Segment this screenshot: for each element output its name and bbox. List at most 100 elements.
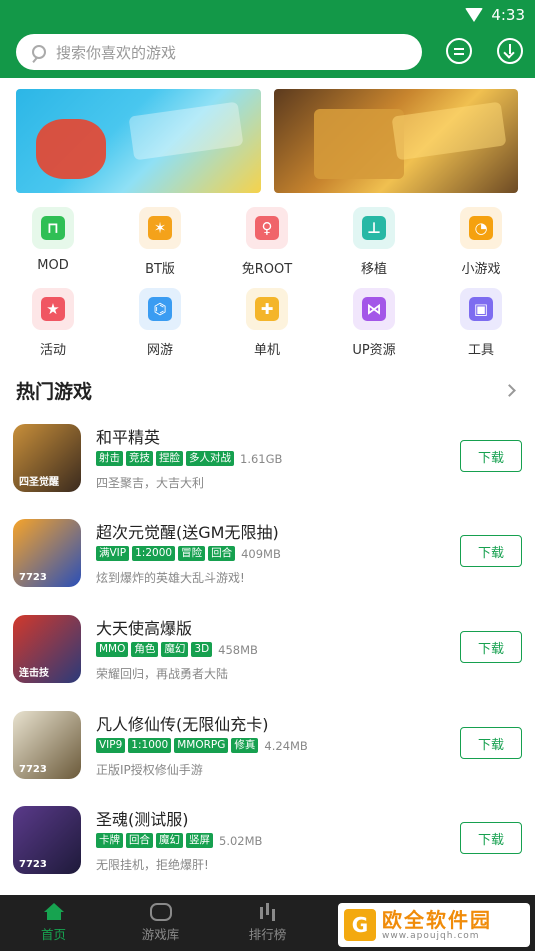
search-icon bbox=[32, 45, 46, 59]
game-row[interactable]: 7723 圣魂(测试服) 卡牌 回合 魔幻 竖屏 5.02MB 无限挂机，拒绝爆肝! 下载 bbox=[0, 806, 535, 902]
category-label: 工具 bbox=[467, 343, 494, 358]
game-tag: 多人对战 bbox=[186, 451, 234, 466]
game-tag: VIP9 bbox=[96, 738, 126, 753]
game-icon-badge: 7723 bbox=[19, 764, 47, 775]
category-[interactable]: ⌬ 网游 bbox=[115, 288, 205, 358]
category-[interactable]: ▣ 工具 bbox=[436, 288, 526, 358]
game-icon: 连击技 bbox=[13, 615, 81, 683]
banner-slogan bbox=[128, 101, 244, 161]
category-tile: ♀ bbox=[246, 207, 288, 249]
game-tag: 魔幻 bbox=[161, 642, 189, 657]
search-input[interactable]: 搜索你喜欢的游戏 bbox=[16, 34, 422, 70]
game-icon: 7723 bbox=[13, 519, 81, 587]
game-size: 4.24MB bbox=[264, 738, 308, 753]
category-tile: ▣ bbox=[460, 288, 502, 330]
ranking-icon bbox=[257, 903, 279, 921]
category-[interactable]: ✚ 单机 bbox=[222, 288, 312, 358]
game-tag: 角色 bbox=[131, 642, 159, 657]
game-row[interactable]: 连击技 大天使高爆版 MMO 角色 魔幻 3D 458MB 荣耀回归，再战勇者大陆 下载 bbox=[0, 615, 535, 711]
category-root[interactable]: ♀ 免ROOT bbox=[222, 207, 312, 277]
game-name: 凡人修仙传(无限仙充卡) bbox=[96, 715, 269, 734]
pacman-icon: ◔ bbox=[469, 216, 493, 240]
game-tag: 1:1000 bbox=[128, 738, 172, 753]
game-tag: 冒险 bbox=[178, 546, 206, 561]
game-tags: 卡牌 回合 魔幻 竖屏 5.02MB bbox=[96, 833, 262, 848]
category-tile: ⋈ bbox=[353, 288, 395, 330]
game-name: 大天使高爆版 bbox=[96, 619, 193, 638]
nav-ranking[interactable]: 排行榜 bbox=[214, 895, 321, 951]
game-tag: 射击 bbox=[96, 451, 123, 466]
toolbox-icon: ▣ bbox=[469, 297, 493, 321]
gamepad-icon: ✚ bbox=[255, 297, 279, 321]
lock-icon: ⊓ bbox=[41, 216, 65, 240]
game-icon: 7723 bbox=[13, 806, 81, 874]
game-name: 超次元觉醒(送GM无限抽) bbox=[96, 523, 279, 542]
game-name: 和平精英 bbox=[96, 428, 161, 447]
nav-game-library[interactable]: 游戏库 bbox=[107, 895, 214, 951]
watermark: G 欧全软件园 www.apoujqh.com bbox=[338, 903, 530, 947]
banner-pixel-world[interactable] bbox=[274, 89, 518, 193]
download-button[interactable]: 下载 bbox=[460, 631, 522, 663]
category-label: 小游戏 bbox=[461, 262, 501, 277]
download-button[interactable]: 下载 bbox=[460, 535, 522, 567]
status-bar: 4:33 bbox=[465, 4, 525, 26]
shield-icon: ♀ bbox=[255, 216, 279, 240]
watermark-title: 欧全软件园 bbox=[382, 908, 492, 932]
message-icon[interactable] bbox=[446, 38, 472, 64]
section-title: 热门游戏 bbox=[16, 381, 93, 403]
category-up[interactable]: ⋈ UP资源 bbox=[329, 288, 419, 358]
game-row[interactable]: 7723 超次元觉醒(送GM无限抽) 满VIP 1:2000 冒险 回合 409MB 炫到爆炸… bbox=[0, 519, 535, 615]
game-description: 炫到爆炸的英雄大乱斗游戏! bbox=[96, 571, 245, 585]
wifi-controller-icon: ⌬ bbox=[148, 297, 172, 321]
game-tag: 3D bbox=[191, 642, 213, 657]
game-icon: 7723 bbox=[13, 711, 81, 779]
banner-pinball[interactable] bbox=[16, 89, 261, 193]
bt-icon: ✶ bbox=[148, 216, 172, 240]
category-label: 活动 bbox=[39, 343, 66, 358]
game-row[interactable]: 四圣觉醒 和平精英 射击 竞技 捏脸 多人对战 1.61GB 四圣聚吉，大吉大利 下载 bbox=[0, 424, 535, 520]
banner-art bbox=[314, 109, 404, 179]
watermark-logo: G bbox=[344, 909, 376, 941]
game-tag: 回合 bbox=[126, 833, 153, 848]
game-tag: 卡牌 bbox=[96, 833, 123, 848]
category-label: BT版 bbox=[145, 262, 175, 277]
star-flag-icon: ★ bbox=[41, 297, 65, 321]
game-size: 5.02MB bbox=[219, 833, 263, 848]
game-icon-badge: 7723 bbox=[19, 572, 47, 583]
nav-label: 排行榜 bbox=[248, 927, 287, 942]
category-label: 单机 bbox=[253, 343, 280, 358]
wifi-icon bbox=[465, 8, 484, 22]
game-row[interactable]: 7723 凡人修仙传(无限仙充卡) VIP9 1:1000 MMORPG 修真 4.24MB… bbox=[0, 711, 535, 807]
game-tags: MMO 角色 魔幻 3D 458MB bbox=[96, 642, 258, 657]
category-mod[interactable]: ⊓ MOD bbox=[8, 207, 98, 273]
nav-label: 游戏库 bbox=[141, 927, 180, 942]
category-[interactable]: ◔ 小游戏 bbox=[436, 207, 526, 277]
game-tags: VIP9 1:1000 MMORPG 修真 4.24MB bbox=[96, 738, 308, 753]
game-icon: 四圣觉醒 bbox=[13, 424, 81, 492]
download-icon[interactable] bbox=[497, 38, 523, 64]
banner-art bbox=[36, 119, 106, 179]
category-bt[interactable]: ✶ BT版 bbox=[115, 207, 205, 277]
game-tags: 射击 竞技 捏脸 多人对战 1.61GB bbox=[96, 451, 282, 466]
category-tile: ★ bbox=[32, 288, 74, 330]
game-tag: 魔幻 bbox=[156, 833, 183, 848]
category-label: 网游 bbox=[146, 343, 173, 358]
home-icon bbox=[43, 903, 65, 921]
category-label: UP资源 bbox=[352, 343, 396, 358]
download-button[interactable]: 下载 bbox=[460, 822, 522, 854]
game-description: 无限挂机，拒绝爆肝! bbox=[96, 858, 209, 872]
category-tile: ⌬ bbox=[139, 288, 181, 330]
game-tag: MMO bbox=[96, 642, 129, 657]
game-icon-badge: 7723 bbox=[19, 859, 47, 870]
game-icon-badge: 连击技 bbox=[19, 668, 49, 679]
category-[interactable]: ⊥ 移植 bbox=[329, 207, 419, 277]
download-button[interactable]: 下载 bbox=[460, 440, 522, 472]
chevron-right-icon[interactable] bbox=[503, 384, 516, 397]
share-icon: ⋈ bbox=[362, 297, 386, 321]
category-[interactable]: ★ 活动 bbox=[8, 288, 98, 358]
game-icon-badge: 四圣觉醒 bbox=[19, 477, 59, 488]
nav-home[interactable]: 首页 bbox=[0, 895, 107, 951]
download-button[interactable]: 下载 bbox=[460, 727, 522, 759]
search-placeholder: 搜索你喜欢的游戏 bbox=[56, 43, 177, 62]
app-header: 4:33 搜索你喜欢的游戏 bbox=[0, 0, 535, 78]
